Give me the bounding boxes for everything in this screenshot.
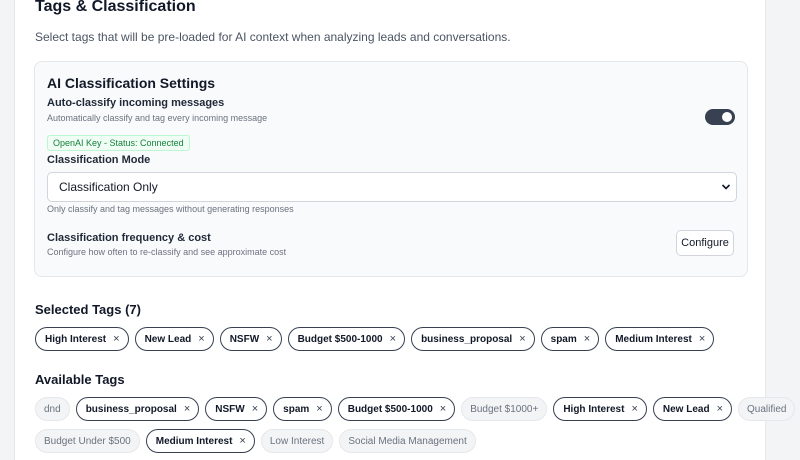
remove-tag-icon[interactable]: ×	[699, 333, 705, 345]
available-tags-row-1: dnd business_proposal × NSFW × spam × Budget $5…	[35, 397, 800, 421]
tag-chip[interactable]: New Lead ×	[652, 397, 733, 421]
classification-mode-select[interactable]: Classification Only	[47, 172, 737, 202]
tag-chip[interactable]: Qualified	[738, 397, 796, 421]
auto-classify-label: Auto-classify incoming messages	[47, 97, 225, 109]
tag-label: Social Media Management	[348, 435, 467, 447]
classification-mode-label: Classification Mode	[47, 154, 151, 166]
tag-label: Medium Interest	[615, 333, 692, 345]
tag-chip[interactable]: business_proposal ×	[75, 397, 200, 421]
ai-settings-title: AI Classification Settings	[47, 75, 216, 91]
tag-chip[interactable]: High Interest ×	[35, 327, 129, 351]
selected-tags-list: High Interest × New Lead × NSFW × Budget $500-…	[35, 327, 720, 351]
frequency-label: Classification frequency & cost	[47, 232, 211, 244]
tag-chip[interactable]: Budget $500-1000 ×	[287, 327, 406, 351]
tag-label: Budget $500-1000	[347, 403, 433, 415]
tag-chip[interactable]: NSFW ×	[205, 397, 268, 421]
remove-tag-icon[interactable]: ×	[239, 435, 245, 447]
configure-button[interactable]: Configure	[676, 230, 734, 256]
page-description: Select tags that will be pre-loaded for …	[35, 30, 511, 44]
tag-label: spam	[283, 403, 310, 415]
tag-chip[interactable]: Budget $500-1000 ×	[337, 397, 456, 421]
ai-classification-panel: AI Classification Settings Auto-classify…	[34, 61, 748, 277]
remove-tag-icon[interactable]: ×	[113, 333, 119, 345]
remove-tag-icon[interactable]: ×	[519, 333, 525, 345]
tag-label: dnd	[44, 403, 61, 415]
remove-tag-icon[interactable]: ×	[266, 333, 272, 345]
tag-label: business_proposal	[421, 333, 513, 345]
settings-card: Tags & Classification Select tags that w…	[14, 0, 796, 460]
tag-chip[interactable]: NSFW ×	[219, 327, 282, 351]
tag-chip[interactable]: dnd	[35, 397, 70, 421]
remove-tag-icon[interactable]: ×	[584, 333, 590, 345]
frequency-help: Configure how often to re-classify and s…	[47, 247, 287, 257]
tag-chip[interactable]: spam ×	[540, 327, 600, 351]
auto-classify-toggle[interactable]	[705, 109, 735, 125]
tag-label: Medium Interest	[155, 435, 233, 447]
tag-chip[interactable]: Budget Under $500	[35, 429, 140, 453]
available-tags-row-2: Budget Under $500 Medium Interest × Low Int…	[35, 429, 482, 453]
tag-label: New Lead	[662, 403, 710, 415]
classification-mode-value: Classification Only	[59, 180, 158, 194]
tag-label: Qualified	[747, 403, 787, 415]
tag-label: business_proposal	[85, 403, 177, 415]
remove-tag-icon[interactable]: ×	[184, 403, 190, 415]
tag-chip[interactable]: Medium Interest ×	[605, 327, 715, 351]
tag-label: Budget $1000+	[470, 403, 539, 415]
tag-chip[interactable]: Social Media Management	[339, 429, 476, 453]
tag-label: NSFW	[229, 333, 260, 345]
toggle-knob	[722, 112, 732, 122]
remove-tag-icon[interactable]: ×	[198, 333, 204, 345]
tag-label: High Interest	[563, 403, 625, 415]
tag-label: New Lead	[144, 333, 192, 345]
remove-tag-icon[interactable]: ×	[440, 403, 446, 415]
tag-label: Budget Under $500	[44, 435, 131, 447]
chevron-down-icon	[721, 184, 731, 190]
tag-chip[interactable]: business_proposal ×	[411, 327, 535, 351]
auto-classify-help: Automatically classify and tag every inc…	[47, 113, 268, 123]
remove-tag-icon[interactable]: ×	[252, 403, 258, 415]
page-title: Tags & Classification	[35, 0, 196, 15]
remove-tag-icon[interactable]: ×	[631, 403, 637, 415]
tag-chip[interactable]: spam ×	[273, 397, 332, 421]
selected-tags-title: Selected Tags (7)	[35, 302, 141, 317]
tag-chip[interactable]: Budget $1000+	[461, 397, 548, 421]
tag-chip[interactable]: High Interest ×	[553, 397, 647, 421]
classification-mode-help: Only classify and tag messages without g…	[47, 204, 294, 214]
remove-tag-icon[interactable]: ×	[316, 403, 322, 415]
remove-tag-icon[interactable]: ×	[717, 403, 723, 415]
tag-label: High Interest	[45, 333, 107, 345]
tag-label: Budget $500-1000	[297, 333, 383, 345]
tag-label: spam	[550, 333, 577, 345]
tag-label: NSFW	[215, 403, 245, 415]
tag-chip[interactable]: Medium Interest ×	[145, 429, 255, 453]
tag-chip[interactable]: New Lead ×	[134, 327, 214, 351]
remove-tag-icon[interactable]: ×	[390, 333, 396, 345]
status-badge: OpenAI Key - Status: Connected	[47, 135, 190, 151]
tag-chip[interactable]: Low Interest	[260, 429, 334, 453]
available-tags-title: Available Tags	[35, 372, 125, 387]
tag-label: Low Interest	[269, 435, 325, 447]
